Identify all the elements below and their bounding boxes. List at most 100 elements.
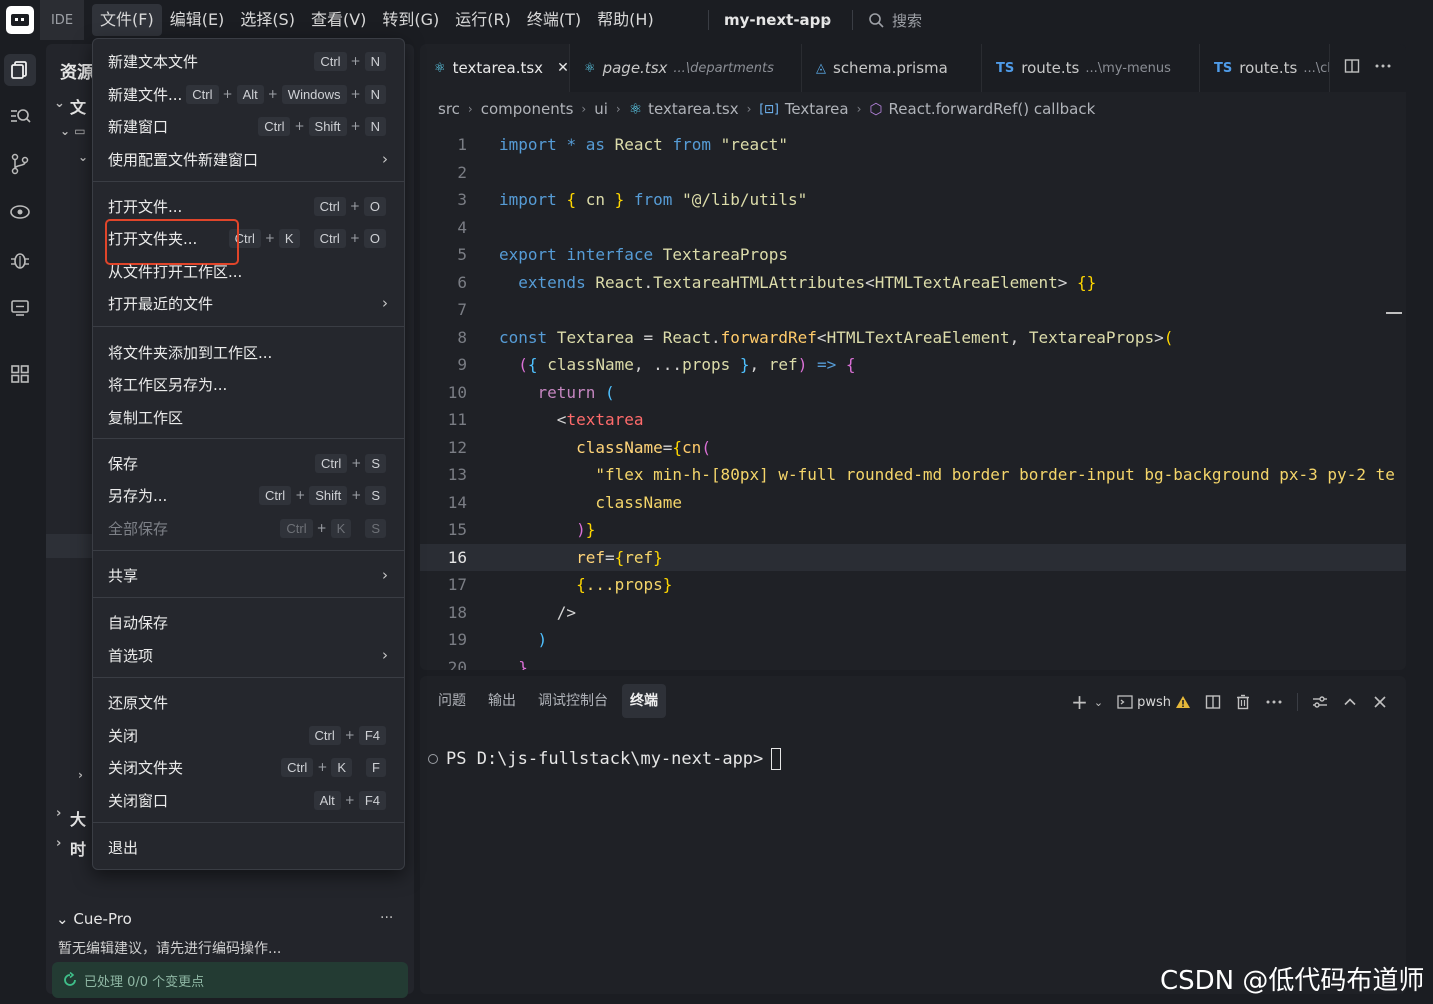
variable-icon: [⊡] <box>759 102 779 116</box>
chevron-up-icon[interactable] <box>1342 694 1358 710</box>
menu-item-new-window-profile[interactable]: 使用配置文件新建窗口 › <box>93 144 404 174</box>
menu-item-preferences[interactable]: 首选项 › <box>93 640 404 670</box>
code-line: 18 /> <box>447 602 577 622</box>
menu-item-add-folder-workspace[interactable]: 将文件夹添加到工作区... <box>93 337 404 367</box>
menu-terminal[interactable]: 终端(T) <box>519 4 589 36</box>
menu-item-exit[interactable]: 退出 <box>93 832 404 862</box>
cue-pro-header[interactable]: ⌄ Cue-Pro <box>56 910 132 928</box>
minimap-indicator <box>1386 312 1402 314</box>
close-icon[interactable] <box>1372 694 1388 710</box>
add-terminal-icon[interactable]: + <box>1071 690 1088 714</box>
menu-run[interactable]: 运行(R) <box>447 4 519 36</box>
menu-item-save[interactable]: 保存 Ctrl + S <box>93 448 404 478</box>
menu-divider <box>93 597 404 598</box>
remote-display-icon[interactable] <box>4 292 36 324</box>
tab-output[interactable]: 输出 <box>480 684 524 718</box>
menu-item-auto-save[interactable]: 自动保存 <box>93 607 404 637</box>
selected-tree-row[interactable] <box>46 534 92 558</box>
search-box[interactable]: 搜索 <box>868 8 922 32</box>
terminal-prompt-line[interactable]: PS D:\js-fullstack\my-next-app> <box>428 748 782 770</box>
chevron-down-icon[interactable]: ⌄ <box>1094 696 1103 709</box>
tab-route-ts-menus[interactable]: TS route.ts ...\my-menus <box>982 44 1200 92</box>
remote-explorer-icon[interactable] <box>4 196 36 228</box>
ts-icon: TS <box>1214 60 1233 76</box>
code-line: 2 <box>457 162 467 182</box>
menu-item-new-file[interactable]: 新建文件... Ctrl + Alt + Windows + N <box>93 79 404 109</box>
breadcrumb-item[interactable]: React.forwardRef() callback <box>889 100 1096 118</box>
menu-item-revert-file[interactable]: 还原文件 <box>93 687 404 717</box>
menu-item-close-folder[interactable]: 关闭文件夹 Ctrl + K F <box>93 752 404 782</box>
source-control-icon[interactable] <box>4 148 36 180</box>
section-time[interactable]: 时 <box>70 836 86 860</box>
menu-item-save-workspace-as[interactable]: 将工作区另存为... <box>93 369 404 399</box>
code-line: 5 export interface TextareaProps <box>457 245 789 264</box>
code-line: 12 className={cn( <box>447 437 711 457</box>
more-icon[interactable] <box>1265 694 1283 710</box>
menu-item-new-window[interactable]: 新建窗口 Ctrl + Shift + N <box>93 111 404 141</box>
tab-schema-prisma[interactable]: ◬ schema.prisma <box>802 44 982 92</box>
close-icon[interactable]: ✕ <box>557 60 569 76</box>
menu-edit[interactable]: 编辑(E) <box>162 4 233 36</box>
menu-item-save-as[interactable]: 另存为... Ctrl + Shift + S <box>93 480 404 510</box>
chevron-right-icon: › <box>382 150 388 168</box>
more-icon[interactable]: ··· <box>380 910 393 926</box>
menu-item-open-workspace[interactable]: 从文件打开工作区... <box>93 256 404 286</box>
tab-page-tsx[interactable]: ⚛ page.tsx ...\departments <box>570 44 802 92</box>
search-files-icon[interactable] <box>4 100 36 132</box>
menu-item-new-text-file[interactable]: 新建文本文件 Ctrl + N <box>93 46 404 76</box>
menu-item-close[interactable]: 关闭 Ctrl + F4 <box>93 720 404 750</box>
debug-icon[interactable] <box>4 244 36 276</box>
menu-go[interactable]: 转到(G) <box>374 4 447 36</box>
tab-textarea-tsx[interactable]: ⚛ textarea.tsx ✕ <box>420 44 570 92</box>
menu-selection[interactable]: 选择(S) <box>232 4 303 36</box>
split-editor-icon[interactable] <box>1344 58 1360 74</box>
breadcrumb-item[interactable]: Textarea <box>785 100 849 118</box>
chevron-right-icon[interactable]: › <box>78 768 83 782</box>
warning-icon <box>1176 696 1190 708</box>
breadcrumb-item[interactable]: ui <box>594 100 608 118</box>
tab-route-ts-ch[interactable]: TS route.ts ...\ch <box>1200 44 1330 92</box>
section-large[interactable]: 大 <box>70 806 86 830</box>
explorer-icon[interactable] <box>4 54 36 86</box>
menu-item-duplicate-workspace[interactable]: 复制工作区 <box>93 402 404 432</box>
breadcrumb-item[interactable]: components <box>481 100 574 118</box>
tab-terminal[interactable]: 终端 <box>622 684 666 718</box>
search-label: 搜索 <box>892 11 923 30</box>
menu-item-open-recent[interactable]: 打开最近的文件 › <box>93 288 404 318</box>
menu-help[interactable]: 帮助(H) <box>589 4 662 36</box>
breadcrumb-item[interactable]: src <box>438 100 460 118</box>
editor-tabs: ⚛ textarea.tsx ✕ ⚛ page.tsx ...\departme… <box>420 44 1406 92</box>
shortcut: Ctrl + F4 <box>308 725 386 745</box>
chevron-down-icon[interactable]: ⌄ <box>54 96 65 111</box>
search-icon <box>869 13 884 28</box>
tree-root[interactable]: 文 <box>70 94 86 118</box>
chevron-right-icon: › <box>382 646 388 664</box>
project-selector[interactable]: my-next-app <box>724 0 831 40</box>
settings-sliders-icon[interactable] <box>1312 694 1328 710</box>
folder-icon[interactable]: ⌄ ▭ <box>60 124 86 138</box>
chevron-right-icon[interactable]: › <box>56 836 61 851</box>
tab-debug-console[interactable]: 调试控制台 <box>530 684 616 718</box>
menu-item-open-file[interactable]: 打开文件... Ctrl + O <box>93 191 404 221</box>
split-terminal-icon[interactable] <box>1205 694 1221 710</box>
extensions-icon[interactable] <box>4 358 36 390</box>
menu-file[interactable]: 文件(F) <box>92 4 162 36</box>
shortcut: Ctrl + Alt + Windows + N <box>186 84 386 104</box>
menu-view[interactable]: 查看(V) <box>303 4 374 36</box>
cue-pro-title: Cue-Pro <box>73 910 132 928</box>
menu-item-close-window[interactable]: 关闭窗口 Alt + F4 <box>93 785 404 815</box>
code-line: 7 <box>457 300 467 319</box>
more-actions-icon[interactable] <box>1374 58 1392 74</box>
chevron-right-icon[interactable]: › <box>56 806 61 821</box>
chevron-down-icon[interactable]: ⌄ <box>822 12 832 26</box>
menu-item-share[interactable]: 共享 › <box>93 560 404 590</box>
trash-icon[interactable] <box>1235 694 1251 710</box>
shortcut: Ctrl + K Ctrl + O <box>228 228 386 248</box>
shortcut: Ctrl + S <box>315 453 386 473</box>
react-icon: ⚛ <box>434 60 446 76</box>
breadcrumb-item[interactable]: textarea.tsx <box>648 100 738 118</box>
chevron-down-icon[interactable]: ⌄ <box>78 150 88 164</box>
tab-problems[interactable]: 问题 <box>430 684 474 718</box>
terminal-instance[interactable]: pwsh <box>1117 695 1191 710</box>
code-line: 14 className <box>447 492 683 512</box>
